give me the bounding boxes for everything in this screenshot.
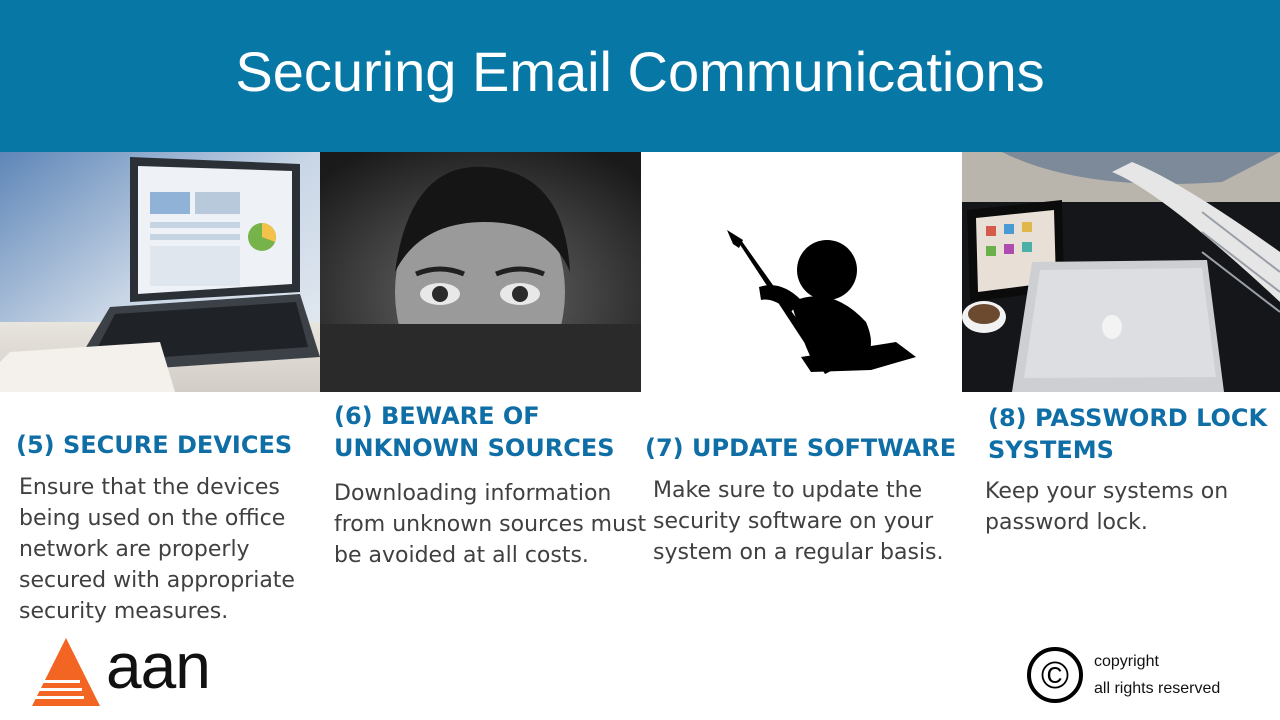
body-line: Downloading information [334,481,612,506]
body-line: system on a regular basis. [653,540,944,565]
card-heading-update-software: (7) UPDATE SOFTWARE [645,434,957,462]
card-heading-secure-devices: (5) SECURE DEVICES [16,431,293,459]
card-body-update-software: Make sure to update the security softwar… [653,475,944,568]
body-line: Keep your systems on [985,479,1229,504]
card-body-password-lock: Keep your systems on password lock. [985,476,1228,538]
body-line: Make sure to update the [653,478,923,503]
triangle-logo-icon [32,638,100,706]
aan-logo: aan [30,630,220,708]
slide-title: Securing Email Communications [235,40,1045,103]
copyright-symbol: © [1041,655,1069,697]
copyright-icon: © [1027,647,1083,703]
desk-devices-photo [962,152,1280,392]
body-line: being used on the office [19,506,286,531]
body-line: security software on your [653,509,934,534]
figure-with-pen-silhouette [641,152,962,392]
body-line: password lock. [985,510,1148,535]
heading-line: (8) PASSWORD LOCK [988,404,1268,432]
copyright-label: copyright [1094,653,1159,670]
laptop-photo [0,152,320,392]
logo-wordmark: aan [106,630,211,702]
card-body-secure-devices: Ensure that the devices being used on th… [19,472,295,627]
card-heading-password-lock: (8) PASSWORD LOCK SYSTEMS [988,402,1267,466]
heading-line: SYSTEMS [988,436,1114,464]
card-body-unknown-sources: Downloading information from unknown sou… [334,478,646,571]
body-line: security measures. [19,599,229,624]
body-line: be avoided at all costs. [334,543,589,568]
body-line: from unknown sources must [334,512,647,537]
peeking-man-photo [320,152,641,392]
body-line: network are properly [19,537,250,562]
body-line: secured with appropriate [19,568,295,593]
heading-line: UNKNOWN SOURCES [334,434,615,462]
card-heading-unknown-sources: (6) BEWARE OF UNKNOWN SOURCES [334,400,615,464]
rights-label: all rights reserved [1094,680,1221,697]
body-line: Ensure that the devices [19,475,280,500]
heading-line: (6) BEWARE OF [334,402,540,430]
